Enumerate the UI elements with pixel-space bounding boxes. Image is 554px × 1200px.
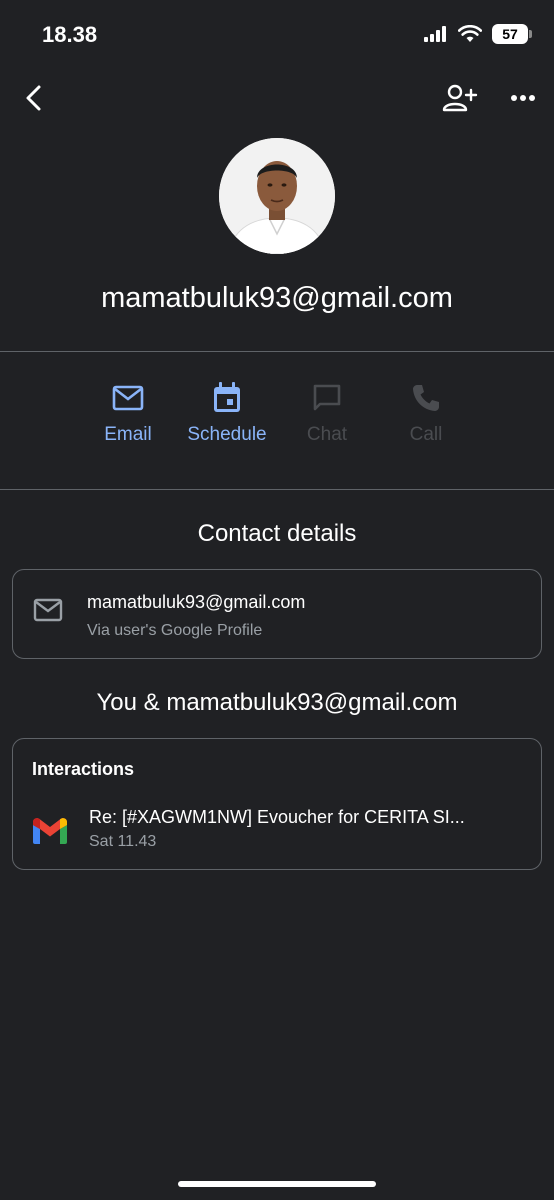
schedule-action-label: Schedule	[187, 424, 267, 445]
wifi-icon	[458, 25, 482, 42]
contact-details-title: Contact details	[197, 520, 357, 547]
status-icons: 57	[424, 24, 532, 44]
divider	[0, 351, 554, 352]
chat-action-label: Chat	[306, 424, 348, 445]
add-contact-button[interactable]	[440, 80, 480, 116]
contact-avatar	[219, 138, 335, 254]
quick-actions: Email Schedule Chat Call	[0, 378, 554, 458]
top-app-bar	[0, 70, 554, 126]
chat-icon	[313, 384, 341, 411]
interaction-date: Sat 11.43	[89, 833, 157, 850]
more-horizontal-icon	[511, 95, 535, 101]
call-action-button[interactable]: Call	[376, 378, 476, 458]
calendar-icon	[214, 382, 240, 412]
interactions-card: Interactions Re: [#XAGWM1NW] Evoucher fo…	[12, 738, 542, 870]
more-options-button[interactable]	[506, 80, 540, 116]
home-indicator[interactable]	[178, 1181, 376, 1187]
divider	[0, 489, 554, 490]
relationship-title: You & mamatbuluk93@gmail.com	[96, 689, 458, 716]
schedule-action-button[interactable]: Schedule	[177, 378, 277, 458]
mail-icon	[33, 598, 63, 622]
person-add-icon	[442, 84, 478, 112]
contact-email-card[interactable]: mamatbuluk93@gmail.com Via user's Google…	[12, 569, 542, 659]
chat-action-button[interactable]: Chat	[277, 378, 377, 458]
call-action-label: Call	[409, 424, 443, 445]
profile-photo	[219, 138, 335, 254]
interaction-subject: Re: [#XAGWM1NW] Evoucher for CERITA SI..…	[89, 807, 465, 827]
contact-screen: 18.38 57 mamatbuluk93@gmail.com Email Sc…	[0, 0, 554, 1200]
interaction-item[interactable]: Re: [#XAGWM1NW] Evoucher for CERITA SI..…	[13, 797, 541, 867]
status-bar: 18.38 57	[0, 0, 554, 70]
interactions-heading: Interactions	[32, 759, 135, 779]
chevron-left-icon	[26, 85, 41, 111]
contact-name: mamatbuluk93@gmail.com	[101, 282, 453, 314]
email-action-label: Email	[104, 424, 152, 445]
mail-icon	[112, 385, 144, 411]
battery-level: 57	[502, 26, 518, 42]
email-action-button[interactable]: Email	[78, 378, 178, 458]
gmail-icon	[33, 818, 67, 844]
status-time: 18.38	[42, 22, 98, 47]
cellular-signal-icon	[424, 26, 446, 42]
contact-email-source: Via user's Google Profile	[87, 622, 263, 639]
battery-indicator: 57	[492, 24, 532, 44]
contact-email-value: mamatbuluk93@gmail.com	[87, 592, 306, 612]
phone-icon	[413, 385, 439, 411]
back-button[interactable]	[18, 80, 48, 116]
